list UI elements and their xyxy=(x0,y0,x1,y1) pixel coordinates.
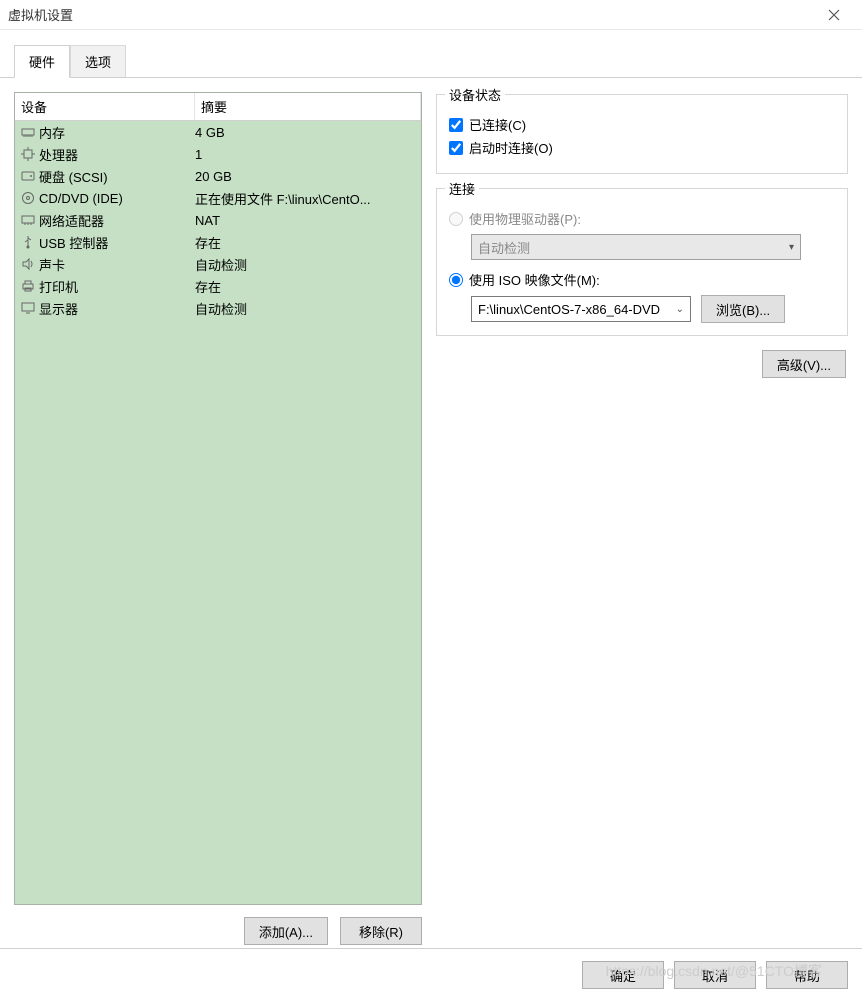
display-icon xyxy=(19,301,37,315)
printer-icon xyxy=(19,279,37,293)
device-summary: 自动检测 xyxy=(195,255,421,274)
browse-button[interactable]: 浏览(B)... xyxy=(701,295,785,323)
list-header: 设备 摘要 xyxy=(15,93,421,121)
nic-icon xyxy=(19,214,37,226)
physical-select-wrap: 自动检测 ▾ xyxy=(471,234,835,260)
device-row-hdd[interactable]: 硬盘 (SCSI)20 GB xyxy=(15,165,421,187)
connect-at-power-row[interactable]: 启动时连接(O) xyxy=(449,138,835,157)
connect-at-power-label: 启动时连接(O) xyxy=(469,138,553,157)
content-area: 设备 摘要 内存4 GB处理器1硬盘 (SCSI)20 GBCD/DVD (ID… xyxy=(0,78,862,959)
device-row-cd[interactable]: CD/DVD (IDE)正在使用文件 F:\linux\CentO... xyxy=(15,187,421,209)
device-summary: 正在使用文件 F:\linux\CentO... xyxy=(195,189,421,208)
device-name: 显示器 xyxy=(37,299,195,318)
device-name: USB 控制器 xyxy=(37,233,195,252)
titlebar: 虚拟机设置 xyxy=(0,0,862,30)
cd-icon xyxy=(19,191,37,205)
device-name: CD/DVD (IDE) xyxy=(37,191,195,206)
advanced-row: 高级(V)... xyxy=(436,350,848,378)
right-panel: 设备状态 已连接(C) 启动时连接(O) 连接 使用物理驱动器(P): 自动检测… xyxy=(436,92,848,945)
usb-icon xyxy=(19,235,37,249)
help-button[interactable]: 帮助 xyxy=(766,961,848,989)
hdd-icon xyxy=(19,170,37,182)
device-status-group: 设备状态 已连接(C) 启动时连接(O) xyxy=(436,94,848,174)
footer: 确定 取消 帮助 xyxy=(0,948,862,1001)
device-summary: NAT xyxy=(195,213,421,228)
use-iso-label: 使用 ISO 映像文件(M): xyxy=(469,270,600,289)
device-name: 处理器 xyxy=(37,145,195,164)
device-name: 内存 xyxy=(37,123,195,142)
use-iso-radio-row[interactable]: 使用 ISO 映像文件(M): xyxy=(449,270,835,289)
tab-hardware[interactable]: 硬件 xyxy=(14,45,70,78)
connected-checkbox[interactable] xyxy=(449,118,463,132)
use-physical-label: 使用物理驱动器(P): xyxy=(469,209,581,228)
add-button[interactable]: 添加(A)... xyxy=(244,917,328,945)
chevron-down-icon: ▾ xyxy=(789,242,794,253)
device-row-memory[interactable]: 内存4 GB xyxy=(15,121,421,143)
left-buttons: 添加(A)... 移除(R) xyxy=(14,917,422,945)
close-button[interactable] xyxy=(814,1,854,29)
device-list: 设备 摘要 内存4 GB处理器1硬盘 (SCSI)20 GBCD/DVD (ID… xyxy=(14,92,422,905)
connect-at-power-checkbox[interactable] xyxy=(449,141,463,155)
device-summary: 自动检测 xyxy=(195,299,421,318)
remove-button[interactable]: 移除(R) xyxy=(340,917,422,945)
device-row-printer[interactable]: 打印机存在 xyxy=(15,275,421,297)
device-summary: 存在 xyxy=(195,233,421,252)
tabs: 硬件 选项 xyxy=(0,30,862,78)
connection-group: 连接 使用物理驱动器(P): 自动检测 ▾ 使用 ISO 映像文件(M): F:… xyxy=(436,188,848,336)
connection-group-title: 连接 xyxy=(445,179,479,198)
audio-icon xyxy=(19,257,37,271)
memory-icon xyxy=(19,126,37,138)
cpu-icon xyxy=(19,147,37,161)
header-summary[interactable]: 摘要 xyxy=(195,93,421,120)
device-summary: 1 xyxy=(195,147,421,162)
device-name: 硬盘 (SCSI) xyxy=(37,167,195,186)
device-name: 打印机 xyxy=(37,277,195,296)
connected-checkbox-row[interactable]: 已连接(C) xyxy=(449,115,835,134)
ok-button[interactable]: 确定 xyxy=(582,961,664,989)
window-title: 虚拟机设置 xyxy=(8,5,814,24)
physical-drive-select: 自动检测 ▾ xyxy=(471,234,801,260)
device-row-cpu[interactable]: 处理器1 xyxy=(15,143,421,165)
device-name: 网络适配器 xyxy=(37,211,195,230)
header-device[interactable]: 设备 xyxy=(15,93,195,120)
tab-options[interactable]: 选项 xyxy=(70,45,126,78)
physical-drive-value: 自动检测 xyxy=(478,238,530,257)
device-row-audio[interactable]: 声卡自动检测 xyxy=(15,253,421,275)
iso-path-value: F:\linux\CentOS-7-x86_64-DVD xyxy=(478,302,660,317)
iso-path-row: F:\linux\CentOS-7-x86_64-DVD ⌄ 浏览(B)... xyxy=(471,295,835,323)
use-physical-radio-row[interactable]: 使用物理驱动器(P): xyxy=(449,209,835,228)
status-group-title: 设备状态 xyxy=(445,85,505,104)
iso-path-combo[interactable]: F:\linux\CentOS-7-x86_64-DVD ⌄ xyxy=(471,296,691,322)
device-row-nic[interactable]: 网络适配器NAT xyxy=(15,209,421,231)
device-summary: 存在 xyxy=(195,277,421,296)
left-panel: 设备 摘要 内存4 GB处理器1硬盘 (SCSI)20 GBCD/DVD (ID… xyxy=(14,92,422,945)
device-row-usb[interactable]: USB 控制器存在 xyxy=(15,231,421,253)
device-summary: 4 GB xyxy=(195,125,421,140)
use-iso-radio[interactable] xyxy=(449,273,463,287)
list-body: 内存4 GB处理器1硬盘 (SCSI)20 GBCD/DVD (IDE)正在使用… xyxy=(15,121,421,904)
advanced-button[interactable]: 高级(V)... xyxy=(762,350,846,378)
connected-label: 已连接(C) xyxy=(469,115,526,134)
device-name: 声卡 xyxy=(37,255,195,274)
cancel-button[interactable]: 取消 xyxy=(674,961,756,989)
device-row-display[interactable]: 显示器自动检测 xyxy=(15,297,421,319)
device-summary: 20 GB xyxy=(195,169,421,184)
use-physical-radio[interactable] xyxy=(449,212,463,226)
chevron-down-icon: ⌄ xyxy=(676,304,684,315)
